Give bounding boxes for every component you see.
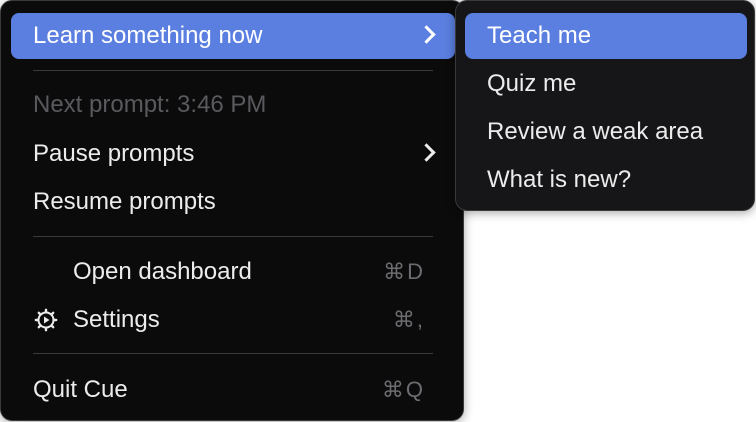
shortcut-label: ⌘, — [392, 307, 425, 332]
menu-item-label: Quiz me — [487, 70, 577, 97]
submenu-item-quiz-me[interactable]: Quiz me — [465, 61, 747, 107]
next-prompt-label: Next prompt: 3:46 PM — [33, 91, 267, 118]
submenu-item-what-is-new[interactable]: What is new? — [465, 157, 747, 203]
menu-item-resume-prompts[interactable]: Resume prompts — [11, 179, 455, 225]
submenu-item-teach-me[interactable]: Teach me — [465, 13, 747, 59]
menu-item-label: Resume prompts — [33, 188, 216, 215]
chevron-right-icon — [417, 143, 436, 162]
menu-item-settings[interactable]: Settings ⌘, — [1, 297, 455, 343]
menu-item-label: Learn something now — [33, 22, 263, 49]
shortcut-label: ⌘D — [383, 259, 425, 284]
menu-item-label: What is new? — [487, 166, 632, 193]
chevron-right-icon — [417, 25, 436, 44]
context-menu: Learn something now Next prompt: 3:46 PM… — [0, 0, 464, 421]
menu-item-label: Teach me — [487, 22, 592, 49]
learn-submenu: Teach me Quiz me Review a weak area What… — [455, 0, 755, 211]
shortcut-label: ⌘Q — [381, 377, 425, 402]
menu-item-learn-something-now[interactable]: Learn something now — [11, 13, 455, 59]
submenu-item-review-weak-area[interactable]: Review a weak area — [465, 109, 747, 155]
menu-separator — [33, 236, 433, 237]
menu-item-quit[interactable]: Quit Cue ⌘Q — [11, 367, 455, 413]
menu-separator — [33, 70, 433, 71]
menu-item-label: Pause prompts — [33, 140, 195, 167]
menu-item-open-dashboard[interactable]: Open dashboard ⌘D — [11, 249, 455, 295]
menu-item-label: Settings — [73, 306, 160, 333]
menu-item-label: Quit Cue — [33, 376, 128, 403]
menu-separator — [33, 353, 433, 354]
gear-icon — [34, 308, 58, 332]
menu-item-next-prompt: Next prompt: 3:46 PM — [11, 82, 455, 128]
menu-item-pause-prompts[interactable]: Pause prompts — [11, 131, 455, 177]
menu-item-label: Open dashboard — [73, 258, 252, 285]
menu-item-label: Review a weak area — [487, 118, 704, 145]
